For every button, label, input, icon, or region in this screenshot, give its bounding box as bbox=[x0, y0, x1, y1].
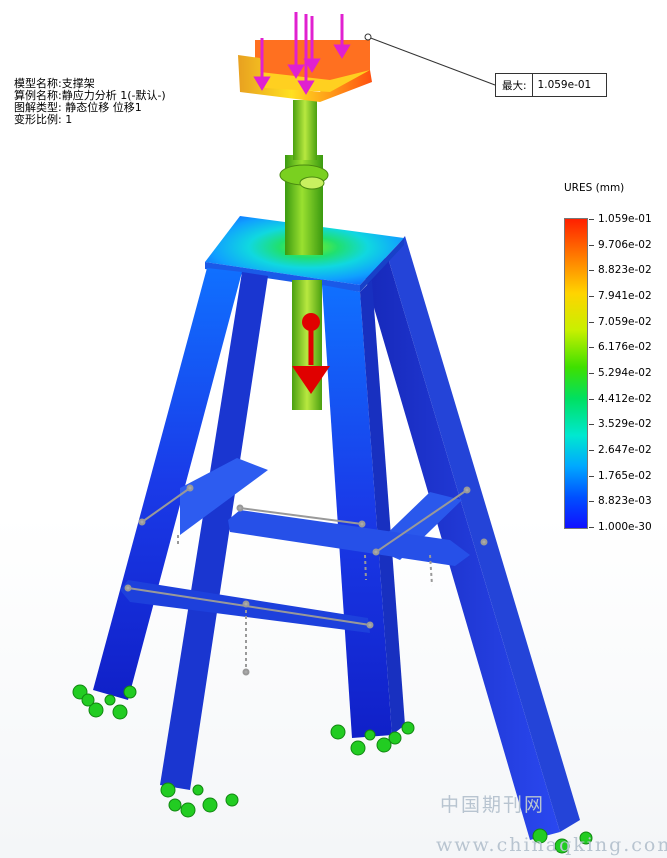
fixtures-back-left bbox=[160, 782, 239, 818]
legend-value: 6.176e-02 bbox=[598, 341, 652, 354]
legend-title: URES (mm) bbox=[564, 182, 625, 194]
legend-tick bbox=[589, 347, 594, 349]
legend-tick bbox=[589, 373, 594, 374]
legend-value: 5.294e-02 bbox=[598, 367, 652, 379]
max-probe-label[interactable]: 最大: 1.059e-01 bbox=[495, 73, 607, 97]
legend-value: 8.823e-02 bbox=[598, 264, 652, 277]
legend-tick bbox=[589, 450, 594, 451]
watermark-text: 中国期刊网 bbox=[440, 794, 546, 816]
legend-tick bbox=[589, 270, 594, 272]
watermark-url: www.chinaqking.com bbox=[436, 834, 667, 856]
legend-tick bbox=[589, 296, 594, 297]
legend-value: 7.059e-02 bbox=[598, 315, 652, 328]
legend-value: 4.412e-02 bbox=[598, 392, 652, 405]
study-info-panel: 模型名称:支撑架 算例名称:静应力分析 1(-默认-) 图解类型: 静态位移 位… bbox=[14, 78, 166, 126]
legend-value: 1.059e-01 bbox=[598, 213, 652, 225]
deformation-scale: 变形比例: 1 bbox=[14, 113, 73, 126]
legend-value: 1.765e-02 bbox=[598, 469, 652, 482]
connector-lines bbox=[124, 484, 488, 676]
legend-tick bbox=[589, 424, 594, 426]
legend-value: 1.000e-30 bbox=[598, 521, 652, 533]
legend-tick bbox=[589, 501, 594, 503]
probe-label: 最大: bbox=[496, 74, 533, 96]
legend-tick bbox=[589, 244, 594, 246]
legend-tick bbox=[589, 398, 594, 400]
legend-value: 8.823e-03 bbox=[598, 495, 652, 508]
legend-value: 9.706e-02 bbox=[598, 238, 652, 251]
probe-value: 1.059e-01 bbox=[537, 79, 592, 91]
force-origin-marker bbox=[302, 313, 320, 331]
legend-color-bar[interactable] bbox=[564, 218, 588, 529]
legend-tick bbox=[589, 321, 594, 323]
legend-value: 2.647e-02 bbox=[598, 444, 652, 456]
legend-tick bbox=[589, 527, 594, 528]
jack-screw bbox=[293, 100, 317, 160]
probe-point bbox=[364, 33, 372, 41]
legend-tick bbox=[589, 219, 594, 220]
legend-tick bbox=[589, 475, 594, 477]
legend-value: 7.941e-02 bbox=[598, 290, 652, 302]
probe-leader-line bbox=[367, 36, 496, 86]
jack-shaft-lower bbox=[292, 280, 322, 410]
jack-nut bbox=[299, 176, 325, 190]
legend-value: 3.529e-02 bbox=[598, 418, 652, 431]
